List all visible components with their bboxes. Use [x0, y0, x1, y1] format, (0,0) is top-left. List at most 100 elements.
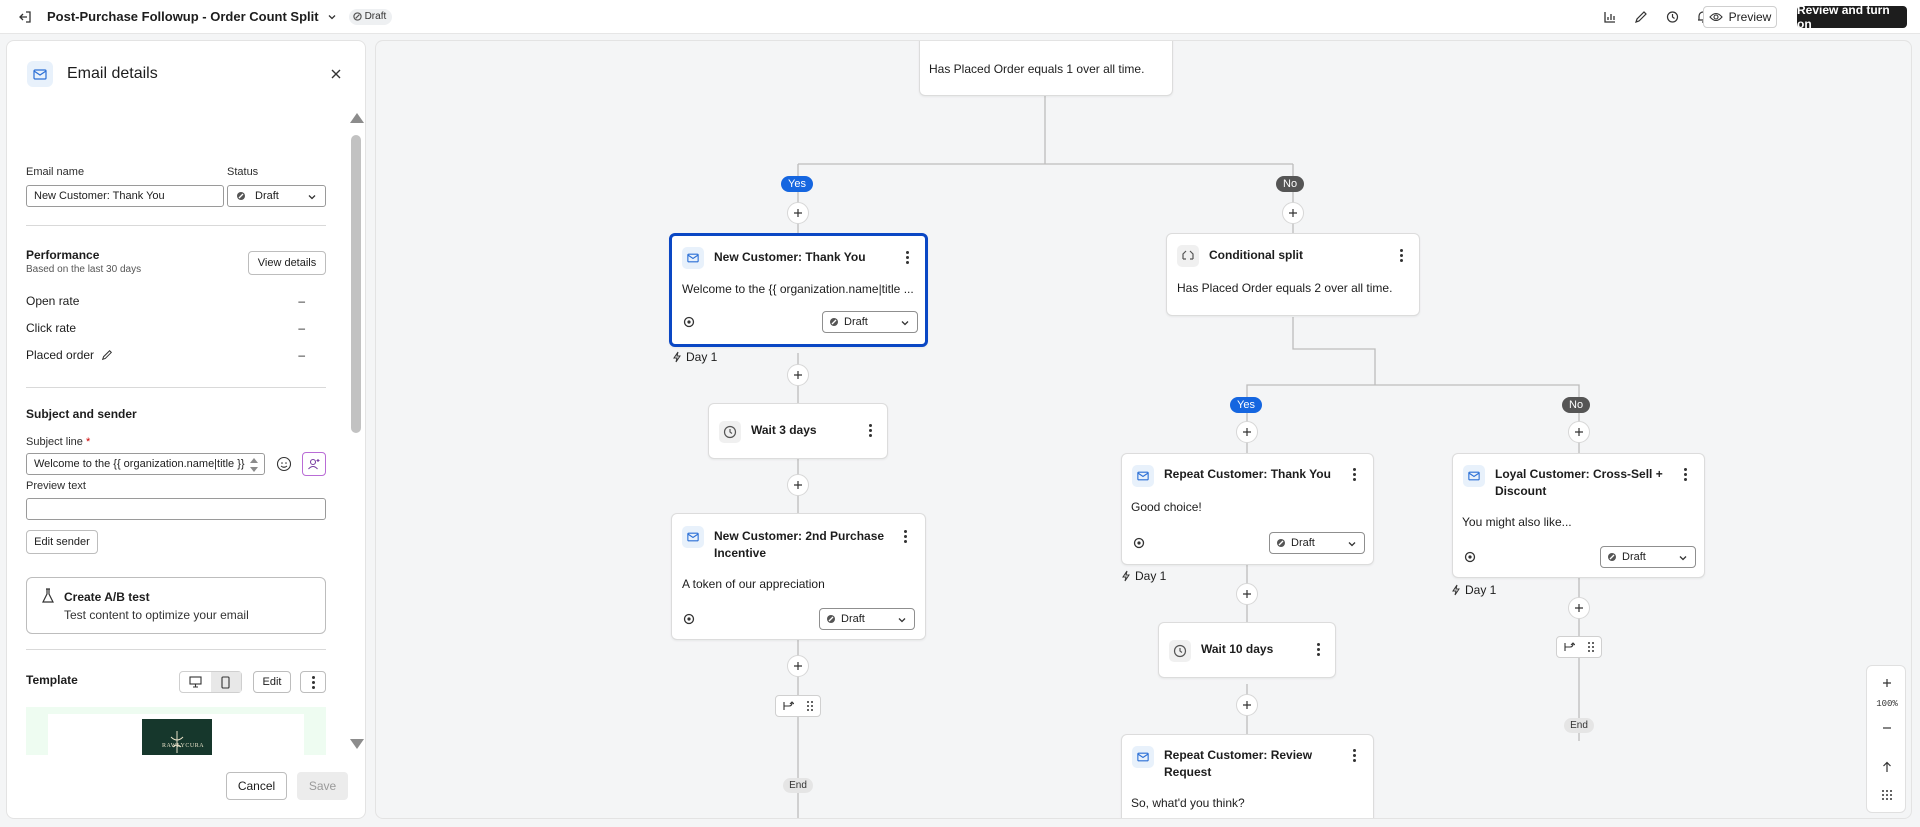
template-edit-button[interactable]: Edit [253, 671, 291, 693]
scroll-thumb[interactable] [351, 135, 361, 433]
preview-text-label: Preview text [26, 480, 86, 492]
email-node-repeat-customer-review[interactable]: Repeat Customer: Review Request So, what… [1121, 734, 1374, 818]
top-bar: Post-Purchase Followup - Order Count Spl… [0, 0, 1920, 34]
review-and-turn-on-button[interactable]: Review and turn on [1797, 3, 1907, 31]
add-step-button[interactable] [1236, 421, 1258, 443]
panel-scroll-area[interactable]: Email name New Customer: Thank You Statu… [7, 107, 347, 755]
node-status-select[interactable]: Draft [1600, 546, 1696, 568]
history-icon[interactable] [1663, 8, 1681, 26]
create-ab-test-card[interactable]: Create A/B test Test content to optimize… [26, 577, 326, 634]
edit-sender-button[interactable]: Edit sender [26, 530, 98, 554]
more-vertical-icon[interactable] [1312, 641, 1324, 657]
conditional-split-node[interactable]: Conditional split Has Placed Order equal… [1166, 233, 1420, 316]
add-step-button[interactable] [787, 655, 809, 677]
node-status-select[interactable]: Draft [819, 608, 915, 630]
settings-icon[interactable] [1463, 550, 1477, 564]
wait-node-3-days[interactable]: Wait 3 days [708, 403, 888, 459]
flow-canvas[interactable]: Has Placed Order equals 1 over all time.… [375, 40, 1912, 819]
pencil-icon[interactable] [1632, 8, 1650, 26]
branch-handle[interactable] [775, 695, 821, 717]
desktop-icon[interactable] [180, 672, 211, 692]
add-step-button[interactable] [1568, 597, 1590, 619]
settings-icon[interactable] [682, 612, 696, 626]
add-step-button[interactable] [787, 364, 809, 386]
wait-node-10-days[interactable]: Wait 10 days [1158, 622, 1336, 678]
more-vertical-icon[interactable] [901, 249, 913, 265]
chevron-down-icon [898, 618, 906, 623]
email-name-input[interactable]: New Customer: Thank You [26, 185, 224, 207]
subject-line-input[interactable]: Welcome to the {{ organization.name|titl… [26, 453, 265, 475]
zoom-out-icon[interactable] [1867, 717, 1907, 739]
close-icon[interactable] [327, 65, 345, 83]
save-button[interactable]: Save [297, 772, 348, 800]
exit-icon[interactable] [16, 8, 34, 26]
more-vertical-icon [307, 674, 319, 690]
flow-title[interactable]: Post-Purchase Followup - Order Count Spl… [47, 9, 319, 24]
add-step-button[interactable] [1282, 202, 1304, 224]
email-name-label: Email name [26, 166, 85, 178]
subject-line-value: Welcome to the {{ organization.name|titl… [34, 458, 245, 470]
wait-label: Wait 10 days [1201, 642, 1274, 656]
more-vertical-icon[interactable] [1348, 747, 1360, 763]
plus-icon [794, 662, 802, 670]
device-toggle [179, 671, 242, 693]
branch-yes-badge: Yes [781, 176, 813, 192]
add-step-button[interactable] [1236, 694, 1258, 716]
status-select[interactable]: Draft [227, 185, 326, 207]
lightning-icon [1452, 584, 1460, 596]
email-node-new-customer-2nd-purchase[interactable]: New Customer: 2nd Purchase Incentive A t… [671, 513, 926, 640]
branch-handle[interactable] [1556, 636, 1602, 658]
more-vertical-icon[interactable] [1348, 466, 1360, 482]
template-more-button[interactable] [300, 671, 326, 693]
template-preview[interactable]: RAWLYCURA [26, 707, 326, 755]
settings-icon[interactable] [1132, 536, 1146, 550]
draft-status-icon [1277, 539, 1285, 547]
emoji-icon[interactable] [273, 453, 295, 475]
grid-icon[interactable] [1867, 784, 1907, 806]
metric-click-rate-value: – [298, 321, 305, 335]
branch-no-badge: No [1276, 176, 1305, 192]
subject-line-label-text: Subject line [26, 436, 83, 448]
node-status-select[interactable]: Draft [1269, 532, 1365, 554]
trigger-split-node[interactable]: Has Placed Order equals 1 over all time. [919, 41, 1173, 96]
add-step-button[interactable] [1568, 421, 1590, 443]
scroll-to-top-icon[interactable] [1867, 756, 1907, 778]
more-vertical-icon[interactable] [899, 528, 911, 544]
mobile-icon[interactable] [210, 672, 241, 692]
settings-icon[interactable] [682, 315, 696, 329]
email-node-repeat-customer-thank-you[interactable]: Repeat Customer: Thank You Good choice! … [1121, 453, 1374, 565]
personalize-icon[interactable] [302, 452, 326, 476]
zoom-in-icon[interactable] [1867, 672, 1907, 694]
analytics-icon[interactable] [1601, 8, 1619, 26]
scroll-up-arrow[interactable] [350, 113, 364, 123]
pencil-icon[interactable] [101, 349, 113, 361]
add-step-button[interactable] [787, 202, 809, 224]
delay-label: Day 1 [1465, 583, 1497, 597]
add-step-button[interactable] [787, 474, 809, 496]
cancel-button[interactable]: Cancel [226, 772, 287, 800]
flow-connectors [797, 96, 1580, 818]
node-status-label: Draft [1291, 537, 1315, 549]
email-icon [27, 61, 53, 87]
email-node-loyal-customer-cross-sell[interactable]: Loyal Customer: Cross-Sell + Discount Yo… [1452, 453, 1705, 578]
add-step-button[interactable] [1236, 583, 1258, 605]
template-canvas: RAWLYCURA [48, 714, 304, 755]
node-body: So, what'd you think? [1131, 796, 1245, 810]
panel-scrollbar[interactable] [349, 113, 364, 749]
scroll-down-arrow[interactable] [350, 739, 364, 749]
chevron-down-icon[interactable] [327, 12, 337, 22]
preview-text-input[interactable] [26, 498, 326, 520]
more-vertical-icon[interactable] [1395, 247, 1407, 263]
email-node-new-customer-thank-you[interactable]: New Customer: Thank You Welcome to the {… [669, 233, 928, 347]
more-vertical-icon[interactable] [864, 422, 876, 438]
node-body: You might also like... [1462, 515, 1572, 529]
drag-handle-icon [1587, 642, 1594, 652]
more-vertical-icon[interactable] [1679, 466, 1691, 482]
flow-status-label: Draft [364, 11, 387, 22]
email-icon [1132, 465, 1154, 487]
lightning-icon [673, 351, 681, 363]
preview-button[interactable]: Preview [1703, 6, 1777, 28]
node-status-select[interactable]: Draft [822, 311, 918, 333]
required-mark: * [85, 436, 91, 448]
view-details-button[interactable]: View details [248, 251, 326, 275]
